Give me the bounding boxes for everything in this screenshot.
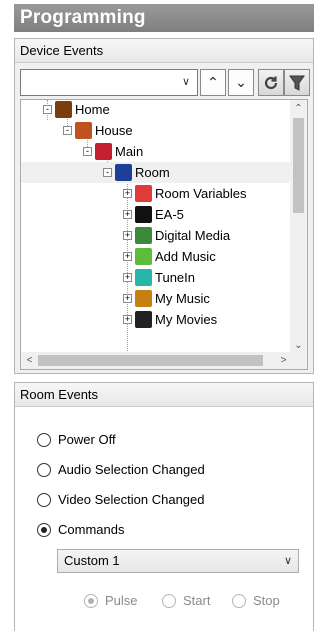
refresh-button[interactable] xyxy=(258,69,284,96)
move-up-button[interactable]: ⌃ xyxy=(200,69,226,96)
radio-label: Start xyxy=(183,593,211,608)
expand-icon[interactable]: + xyxy=(123,273,132,282)
scroll-up-icon[interactable]: ⌃ xyxy=(290,100,307,117)
radio-circle[interactable] xyxy=(162,594,176,608)
arrow-down-icon: ⌄ xyxy=(235,74,247,90)
home-icon xyxy=(55,101,72,118)
house-icon xyxy=(75,122,92,139)
radio-circle[interactable] xyxy=(84,594,98,608)
tree-item-label: Main xyxy=(115,144,144,159)
expand-icon[interactable]: + xyxy=(123,294,132,303)
my-movies-icon xyxy=(135,311,152,328)
tree-item-main[interactable]: - Main xyxy=(21,141,292,162)
tree-item-label: House xyxy=(95,123,133,138)
tree-item-tunein[interactable]: + TuneIn xyxy=(21,267,292,288)
tree-item-add-music[interactable]: + Add Music xyxy=(21,246,292,267)
tree-item-room[interactable]: - Room xyxy=(21,162,292,183)
tree-item-label: Home xyxy=(75,102,110,117)
scroll-left-icon[interactable]: < xyxy=(21,352,38,369)
collapse-icon[interactable]: - xyxy=(103,168,112,177)
scroll-corner xyxy=(290,352,307,369)
my-music-icon xyxy=(135,290,152,307)
tree-item-label: My Music xyxy=(155,291,210,306)
tree-item-my-music[interactable]: + My Music xyxy=(21,288,292,309)
radio-circle[interactable] xyxy=(37,433,51,447)
device-events-toolbar: ∨ ⌃ ⌄ xyxy=(20,69,310,97)
collapse-icon[interactable]: - xyxy=(63,126,72,135)
tree-item-home[interactable]: - Home xyxy=(21,100,292,120)
arrow-up-icon: ⌃ xyxy=(207,74,219,90)
expand-icon[interactable]: + xyxy=(123,315,132,324)
room-events-header: Room Events xyxy=(15,383,313,407)
expand-icon[interactable]: + xyxy=(123,252,132,261)
tree-vertical-scrollbar[interactable]: ⌃ ⌄ xyxy=(290,100,307,354)
radio-circle[interactable] xyxy=(232,594,246,608)
radio-circle[interactable] xyxy=(37,493,51,507)
collapse-icon[interactable]: - xyxy=(43,105,52,114)
horizontal-scroll-thumb[interactable] xyxy=(38,355,263,366)
tree-item-digital-media[interactable]: + Digital Media xyxy=(21,225,292,246)
radio-label: Audio Selection Changed xyxy=(58,462,205,477)
chevron-down-icon: ∨ xyxy=(181,76,191,88)
room-icon xyxy=(115,164,132,181)
tree-item-label: Add Music xyxy=(155,249,216,264)
chevron-down-icon: ∨ xyxy=(283,555,292,567)
device-filter-combo[interactable]: ∨ xyxy=(20,69,198,96)
command-select-value: Custom 1 xyxy=(64,553,120,568)
device-events-panel: Device Events ∨ ⌃ ⌄ - Home - House - Main - Roo… xyxy=(14,38,314,374)
programming-title: Programming xyxy=(14,4,314,32)
tree-item-label: My Movies xyxy=(155,312,218,327)
tree-item-label: EA-5 xyxy=(155,207,184,222)
tree-item-ea-5[interactable]: + EA-5 xyxy=(21,204,292,225)
device-tree[interactable]: - Home - House - Main - Room + Room Variables + EA-… xyxy=(20,99,308,370)
radio-circle[interactable] xyxy=(37,523,51,537)
tunein-icon xyxy=(135,269,152,286)
radio-circle[interactable] xyxy=(37,463,51,477)
digital-media-icon xyxy=(135,227,152,244)
filter-icon xyxy=(289,75,305,91)
tree-item-label: Room xyxy=(135,165,170,180)
room-events-panel: Room Events Power Off Audio Selection Ch… xyxy=(14,382,314,631)
floor-icon xyxy=(95,143,112,160)
radio-label: Power Off xyxy=(58,432,116,447)
command-select[interactable]: Custom 1 ∨ xyxy=(57,549,299,573)
tree-horizontal-scrollbar[interactable]: < > xyxy=(21,352,292,369)
tree-item-room-variables[interactable]: + Room Variables xyxy=(21,183,292,204)
tree-item-label: TuneIn xyxy=(155,270,195,285)
expand-icon[interactable]: + xyxy=(123,189,132,198)
radio-label: Stop xyxy=(253,593,280,608)
tree-item-label: Room Variables xyxy=(155,186,247,201)
tree-item-label: Digital Media xyxy=(155,228,231,243)
variables-icon xyxy=(135,185,152,202)
tree-item-house[interactable]: - House xyxy=(21,120,292,141)
tree-item-my-movies[interactable]: + My Movies xyxy=(21,309,292,330)
move-down-button[interactable]: ⌄ xyxy=(228,69,254,96)
radio-label: Commands xyxy=(58,522,125,537)
expand-icon[interactable]: + xyxy=(123,231,132,240)
controller-icon xyxy=(135,206,152,223)
refresh-icon xyxy=(264,76,278,90)
add-music-icon xyxy=(135,248,152,265)
expand-icon[interactable]: + xyxy=(123,210,132,219)
filter-button[interactable] xyxy=(284,69,310,96)
radio-label: Video Selection Changed xyxy=(58,492,205,507)
vertical-scroll-thumb[interactable] xyxy=(293,118,304,213)
collapse-icon[interactable]: - xyxy=(83,147,92,156)
device-events-header: Device Events xyxy=(15,39,313,63)
radio-label: Pulse xyxy=(105,593,138,608)
